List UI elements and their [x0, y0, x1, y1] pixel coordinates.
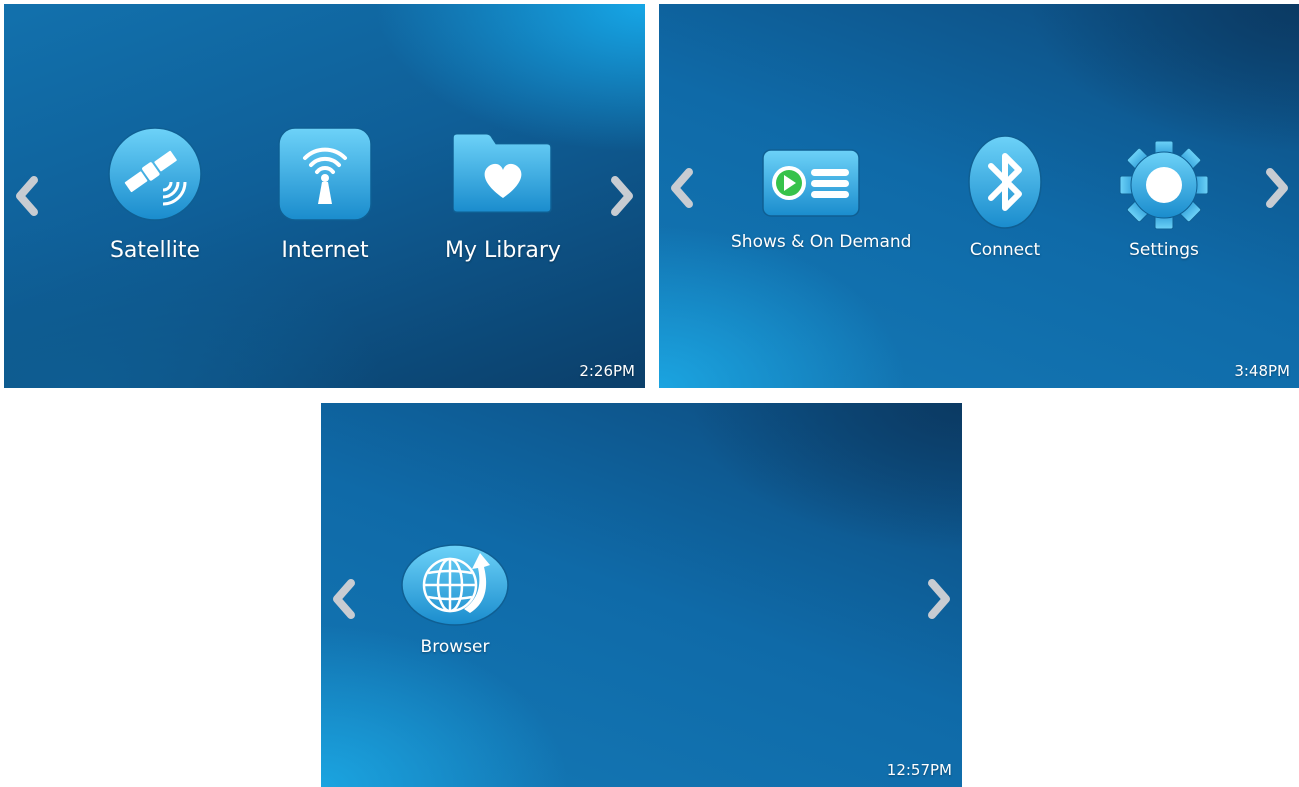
home-screen-page-2: Shows & On Demand Connect Settings 3:48P…	[659, 4, 1299, 388]
previous-page-arrow-icon[interactable]	[327, 577, 361, 621]
my-library-tile[interactable]: My Library	[428, 124, 578, 263]
clock: 12:57PM	[886, 761, 952, 779]
internet-label: Internet	[281, 238, 369, 263]
connect-label: Connect	[969, 240, 1041, 260]
next-page-arrow-icon[interactable]	[605, 174, 639, 218]
settings-tile[interactable]: Settings	[1089, 140, 1239, 260]
shows-on-demand-label: Shows & On Demand	[731, 232, 912, 252]
shows-on-demand-tile[interactable]: Shows & On Demand	[731, 144, 912, 252]
next-page-arrow-icon[interactable]	[922, 577, 956, 621]
globe-icon	[401, 543, 509, 627]
settings-label: Settings	[1129, 240, 1199, 260]
my-library-label: My Library	[445, 238, 561, 263]
gear-icon	[1114, 140, 1214, 230]
bluetooth-icon	[955, 134, 1055, 230]
play-list-icon	[761, 144, 861, 222]
next-page-arrow-icon[interactable]	[1260, 166, 1294, 210]
home-screen-page-3: Browser 12:57PM	[321, 403, 962, 787]
previous-page-arrow-icon[interactable]	[10, 174, 44, 218]
satellite-tile[interactable]: Satellite	[80, 124, 230, 263]
heart-folder-icon	[453, 124, 553, 224]
connect-tile[interactable]: Connect	[930, 134, 1080, 260]
satellite-icon	[105, 124, 205, 224]
satellite-label: Satellite	[109, 238, 201, 263]
internet-tile[interactable]: Internet	[250, 124, 400, 263]
wifi-antenna-icon	[275, 124, 375, 224]
clock: 2:26PM	[579, 362, 635, 380]
home-screen-page-1: Satellite Internet My Library 2:26PM	[4, 4, 645, 388]
previous-page-arrow-icon[interactable]	[665, 166, 699, 210]
clock: 3:48PM	[1234, 362, 1290, 380]
browser-tile[interactable]: Browser	[380, 543, 530, 657]
browser-label: Browser	[420, 637, 490, 657]
